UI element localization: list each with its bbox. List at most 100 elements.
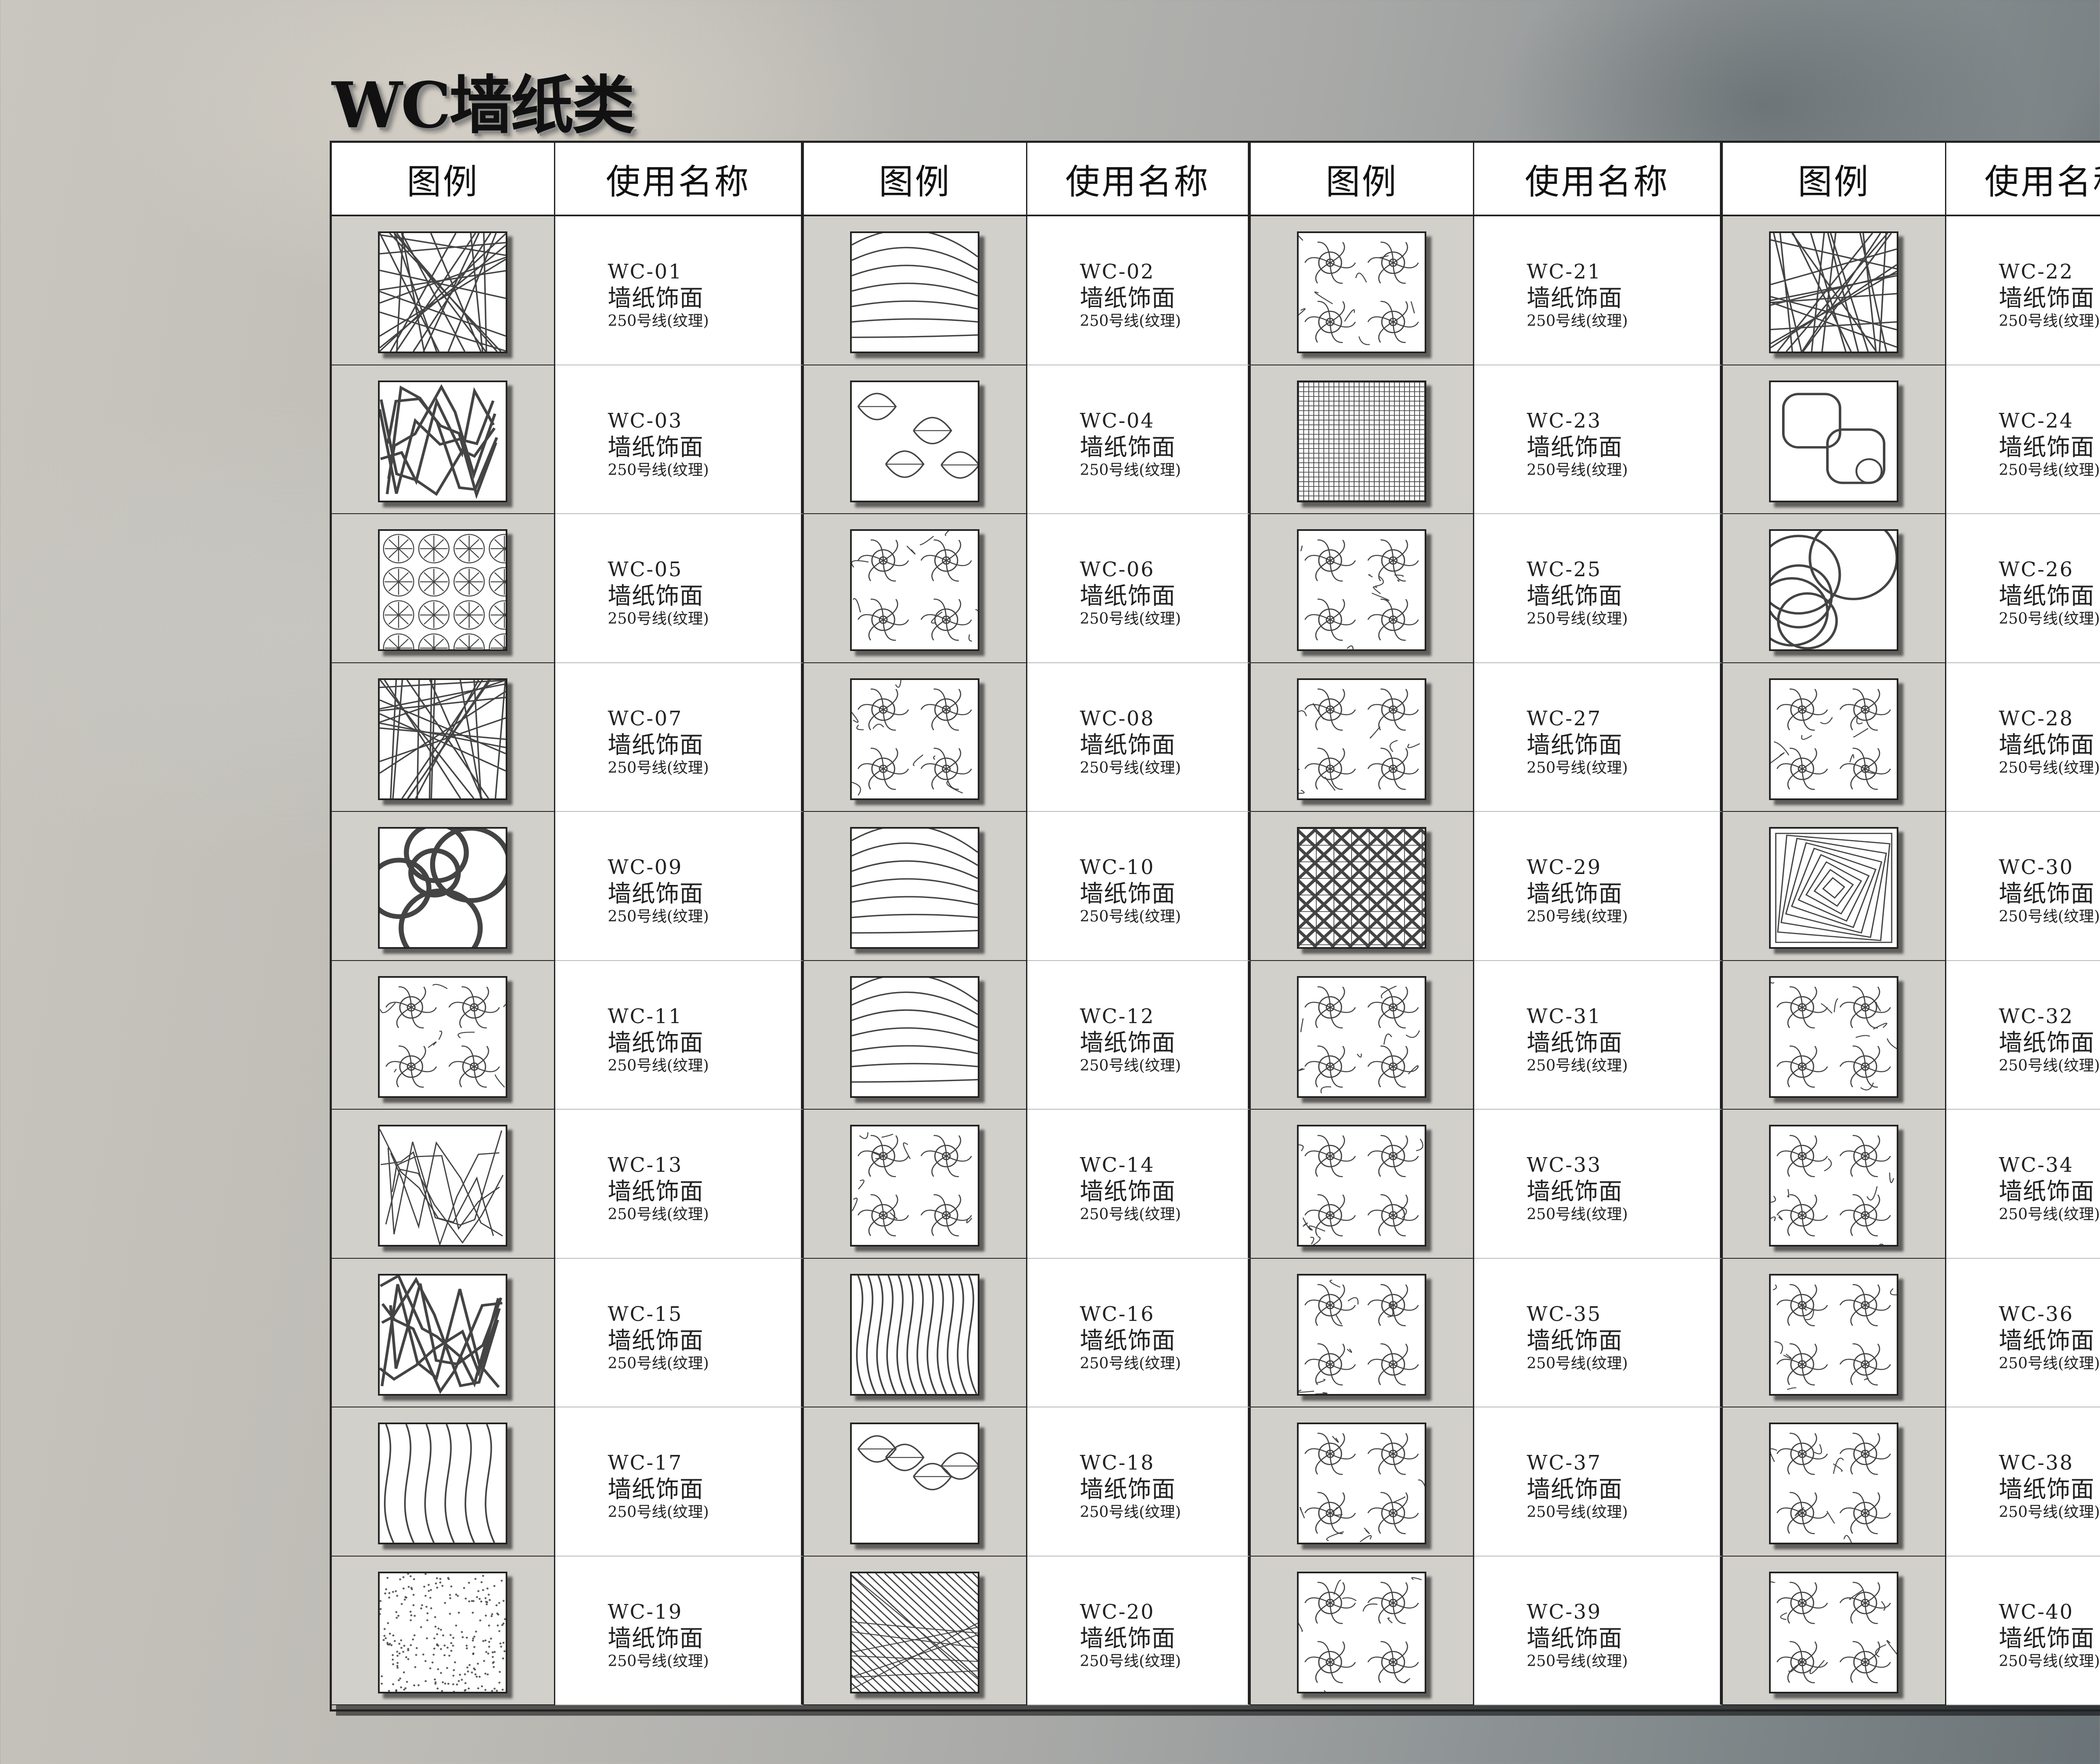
legend-cell bbox=[804, 663, 1027, 812]
item-spec: 250号线(纹理) bbox=[1527, 1504, 1628, 1521]
item-category: 墙纸饰面 bbox=[1080, 285, 1176, 312]
header-name-4: 使用名称 bbox=[1946, 143, 2100, 216]
item-code: WC-07 bbox=[608, 706, 683, 730]
item-code: WC-25 bbox=[1527, 558, 1602, 581]
wallpaper-swatch bbox=[850, 827, 979, 949]
wavy-lines-pattern bbox=[384, 1424, 495, 1543]
item-category: 墙纸饰面 bbox=[1080, 1476, 1176, 1503]
wallpaper-swatch bbox=[850, 976, 979, 1098]
legend-cell bbox=[1251, 1407, 1474, 1557]
wallpaper-swatch bbox=[1297, 827, 1426, 949]
legend-cell bbox=[1251, 961, 1474, 1110]
item-category: 墙纸饰面 bbox=[1080, 1327, 1176, 1354]
legend-cell bbox=[332, 812, 555, 961]
ornate-lattice-pattern bbox=[1299, 1279, 1419, 1394]
legend-cell bbox=[1723, 216, 1946, 365]
marble-veins-pattern bbox=[380, 383, 498, 499]
legend-cell bbox=[332, 961, 555, 1110]
orchid-floral-pattern bbox=[852, 1132, 972, 1236]
item-category: 墙纸饰面 bbox=[1527, 1029, 1622, 1057]
item-code: WC-27 bbox=[1527, 706, 1602, 730]
sweeping-curves-pattern bbox=[852, 977, 978, 1083]
item-code: WC-17 bbox=[608, 1451, 683, 1475]
floral-outline-pattern bbox=[1300, 539, 1419, 649]
item-spec: 250号线(纹理) bbox=[1527, 1206, 1628, 1223]
item-code: WC-37 bbox=[1527, 1451, 1602, 1475]
legend-cell bbox=[332, 1407, 555, 1557]
item-code: WC-02 bbox=[1080, 260, 1155, 284]
legend-cell bbox=[1251, 1110, 1474, 1259]
legend-cell bbox=[332, 514, 555, 663]
item-category: 墙纸饰面 bbox=[608, 1327, 704, 1354]
item-category: 墙纸饰面 bbox=[1080, 731, 1176, 759]
item-spec: 250号线(纹理) bbox=[1080, 1354, 1181, 1372]
item-code: WC-29 bbox=[1527, 856, 1602, 879]
wallpaper-swatch bbox=[1297, 1125, 1426, 1247]
name-cell: WC-30 墙纸饰面 250号线(纹理) bbox=[1946, 812, 2100, 961]
legend-cell bbox=[804, 365, 1027, 514]
leaf-veins-pattern bbox=[857, 392, 978, 479]
item-spec: 250号线(纹理) bbox=[1527, 312, 1628, 330]
item-category: 墙纸饰面 bbox=[608, 1625, 704, 1652]
name-cell: WC-20 墙纸饰面 250号线(纹理) bbox=[1027, 1556, 1251, 1705]
legend-table: 图例使用名称图例使用名称图例使用名称图例使用名称WC-01墙纸饰面250号线(纹… bbox=[330, 141, 2100, 1712]
wallpaper-swatch bbox=[850, 1125, 979, 1247]
header-name-1: 使用名称 bbox=[555, 143, 804, 216]
wallpaper-swatch bbox=[1297, 976, 1426, 1098]
wallpaper-swatch bbox=[378, 1125, 507, 1247]
name-cell: WC-31 墙纸饰面 250号线(纹理) bbox=[1474, 961, 1723, 1110]
wallpaper-swatch bbox=[1769, 827, 1898, 949]
wallpaper-swatch bbox=[378, 380, 507, 502]
name-cell: WC-15 墙纸饰面 250号线(纹理) bbox=[555, 1258, 804, 1407]
name-cell: WC-29 墙纸饰面 250号线(纹理) bbox=[1474, 812, 1723, 961]
item-spec: 250号线(纹理) bbox=[1527, 908, 1628, 925]
swirl-leaves-pattern bbox=[380, 984, 506, 1088]
legend-cell bbox=[1251, 1556, 1474, 1705]
item-code: WC-31 bbox=[1527, 1004, 1602, 1028]
name-cell: WC-03 墙纸饰面 250号线(纹理) bbox=[555, 365, 804, 514]
crossing-lines-pattern bbox=[380, 233, 506, 352]
item-category: 墙纸饰面 bbox=[1527, 433, 1622, 461]
item-code: WC-11 bbox=[608, 1004, 683, 1028]
name-cell: WC-34 墙纸饰面 250号线(纹理) bbox=[1946, 1110, 2100, 1259]
item-spec: 250号线(纹理) bbox=[1999, 312, 2100, 330]
item-spec: 250号线(纹理) bbox=[608, 1652, 709, 1670]
item-code: WC-39 bbox=[1527, 1600, 1602, 1624]
fine-grid-pattern bbox=[1299, 382, 1425, 501]
item-category: 墙纸饰面 bbox=[1080, 1178, 1176, 1205]
wallpaper-swatch bbox=[378, 678, 507, 800]
wallpaper-swatch bbox=[1769, 231, 1898, 353]
item-category: 墙纸饰面 bbox=[1999, 1327, 2095, 1354]
lace-floral-pattern bbox=[1299, 1577, 1422, 1692]
wallpaper-swatch bbox=[378, 827, 507, 949]
name-cell: WC-17 墙纸饰面 250号线(纹理) bbox=[555, 1407, 804, 1557]
lattice-weave-pattern bbox=[1299, 829, 1425, 947]
spiral-squares-pattern bbox=[1775, 832, 1893, 943]
item-category: 墙纸饰面 bbox=[1999, 1476, 2095, 1503]
wallpaper-swatch bbox=[850, 380, 979, 502]
item-category: 墙纸饰面 bbox=[1999, 433, 2095, 461]
wallpaper-swatch bbox=[378, 976, 507, 1098]
item-spec: 250号线(纹理) bbox=[1527, 1652, 1628, 1670]
name-cell: WC-18 墙纸饰面 250号线(纹理) bbox=[1027, 1407, 1251, 1557]
item-spec: 250号线(纹理) bbox=[1999, 1354, 2100, 1372]
rounded-squares-pattern bbox=[1782, 392, 1885, 484]
wallpaper-swatch bbox=[1769, 678, 1898, 800]
item-code: WC-13 bbox=[608, 1153, 683, 1177]
header-legend-4: 图例 bbox=[1723, 143, 1946, 216]
name-cell: WC-16 墙纸饰面 250号线(纹理) bbox=[1027, 1258, 1251, 1407]
floral-scroll-pattern bbox=[1771, 688, 1891, 790]
legend-cell bbox=[1723, 365, 1946, 514]
item-category: 墙纸饰面 bbox=[1999, 285, 2095, 312]
item-spec: 250号线(纹理) bbox=[608, 312, 709, 330]
name-cell: WC-08 墙纸饰面 250号线(纹理) bbox=[1027, 663, 1251, 812]
wallpaper-swatch bbox=[1769, 1125, 1898, 1247]
item-spec: 250号线(纹理) bbox=[1999, 1652, 2100, 1670]
item-code: WC-32 bbox=[1999, 1004, 2074, 1028]
item-spec: 250号线(纹理) bbox=[1080, 759, 1181, 777]
item-code: WC-03 bbox=[608, 409, 683, 433]
item-code: WC-30 bbox=[1999, 856, 2074, 879]
item-spec: 250号线(纹理) bbox=[608, 1354, 709, 1372]
item-code: WC-24 bbox=[1999, 409, 2074, 433]
wallpaper-swatch bbox=[850, 678, 979, 800]
